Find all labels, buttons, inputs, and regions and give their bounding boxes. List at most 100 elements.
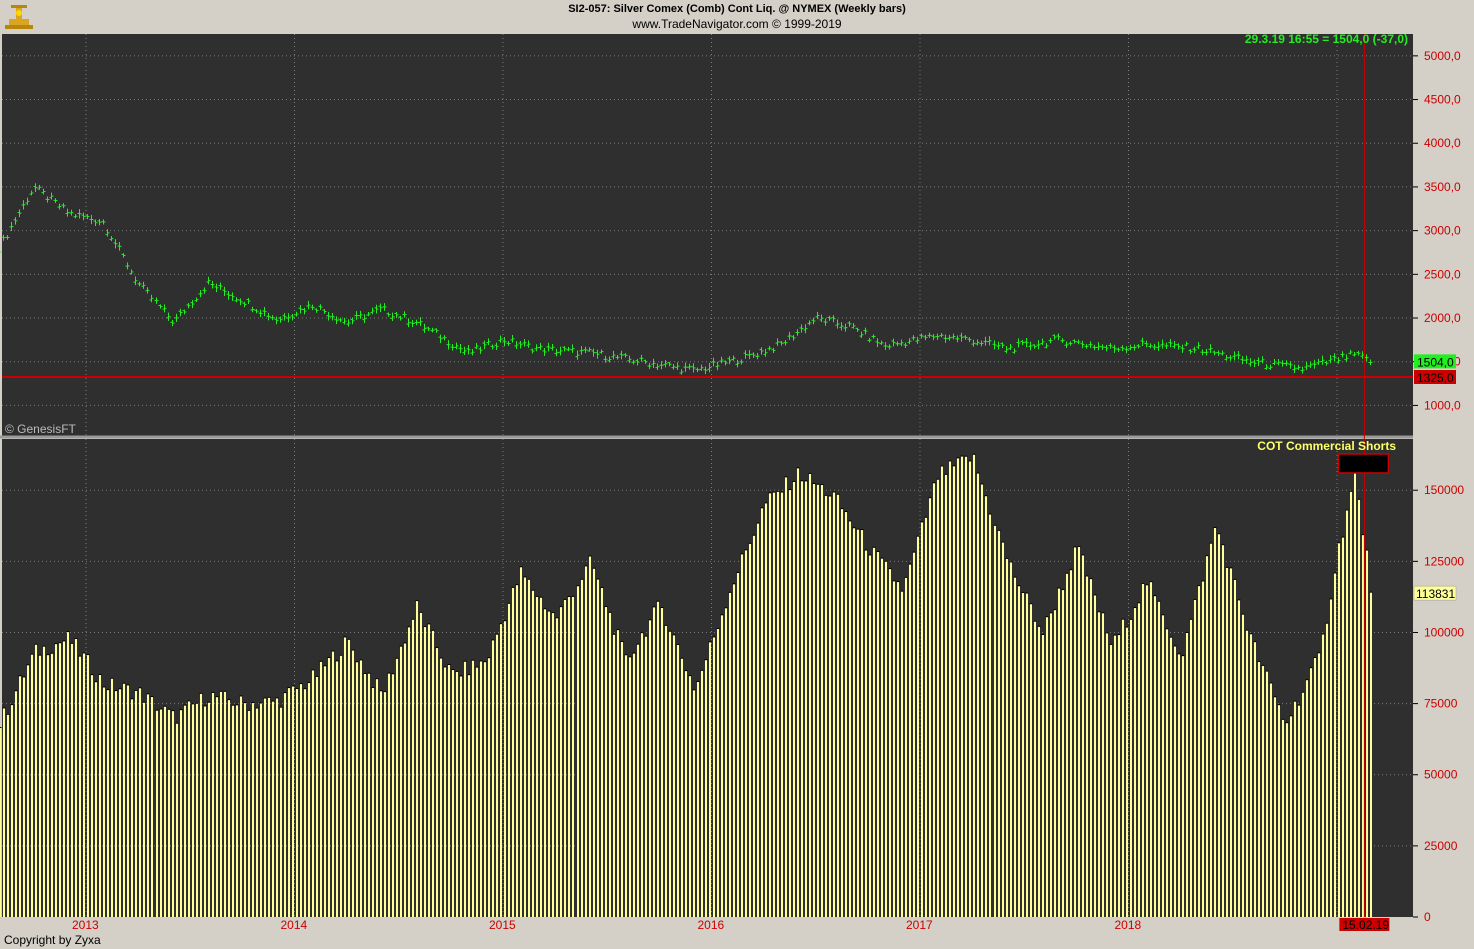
cot-bar <box>380 690 382 917</box>
cot-bar <box>264 698 266 917</box>
cot-bar <box>1026 593 1028 917</box>
cot-bar <box>556 617 558 917</box>
cot-bar <box>1286 722 1288 917</box>
cot-bar <box>1270 682 1272 917</box>
cot-bar <box>1354 472 1356 917</box>
copyright-footer: Copyright by Zyxa <box>4 933 101 947</box>
cot-bar <box>272 701 274 917</box>
cot-bar <box>172 710 174 917</box>
cot-bar <box>1078 546 1080 917</box>
cot-bar <box>941 465 943 917</box>
cot-bar <box>613 634 615 917</box>
cot-bar <box>961 456 963 917</box>
cot-bar <box>135 690 137 917</box>
cot-bar <box>544 608 546 917</box>
cot-bar <box>593 568 595 917</box>
cot-bar <box>1054 609 1056 917</box>
cot-bar <box>1210 543 1212 917</box>
cot-bar <box>480 660 482 917</box>
cot-bar <box>63 640 65 917</box>
price-tick-label: 3500,0 <box>1424 180 1461 194</box>
cot-bar <box>853 527 855 917</box>
cot-bar <box>1058 588 1060 917</box>
cot-tick-label: 25000 <box>1424 839 1458 853</box>
cot-bar <box>865 550 867 917</box>
cot-bar <box>753 535 755 917</box>
cot-bar <box>1134 607 1136 917</box>
cot-bar <box>1274 696 1276 917</box>
cot-bar <box>95 681 97 917</box>
cot-bar <box>1154 595 1156 917</box>
cot-bar <box>1230 567 1232 917</box>
cot-bar <box>1146 584 1148 917</box>
cot-bar <box>284 692 286 917</box>
cot-bar <box>79 656 81 917</box>
cot-bar <box>1314 657 1316 917</box>
cot-bar <box>1306 679 1308 917</box>
cot-bar <box>55 643 57 917</box>
cot-bar <box>777 491 779 917</box>
last-price-label: 1504,0 <box>1417 355 1454 369</box>
cot-bar <box>516 584 518 917</box>
cot-bar <box>1298 705 1300 917</box>
cot-bar <box>1182 655 1184 917</box>
cot-bar <box>709 641 711 917</box>
cot-bar <box>1138 602 1140 917</box>
cot-bar <box>532 590 534 917</box>
cot-bar <box>861 529 863 917</box>
cot-bar <box>801 480 803 917</box>
cot-bar <box>39 655 41 917</box>
cot-bar <box>585 565 587 917</box>
price-tick-label: 2000,0 <box>1424 311 1461 325</box>
cot-bar <box>472 660 474 917</box>
cot-bar <box>1186 632 1188 917</box>
cot-bar <box>769 492 771 917</box>
cot-bar <box>693 689 695 917</box>
cot-bar <box>845 511 847 917</box>
cot-bar <box>653 606 655 917</box>
cot-bar <box>232 705 234 917</box>
cot-bar <box>83 652 85 917</box>
year-label: 2014 <box>281 918 308 932</box>
cot-bar <box>577 585 579 917</box>
cot-bar <box>589 555 591 917</box>
cot-bar <box>1366 550 1368 917</box>
chart-window: SI2-057: Silver Comex (Comb) Cont Liq. @… <box>0 0 1474 949</box>
cot-bar <box>220 691 222 917</box>
cot-bar <box>605 606 607 917</box>
cot-bar <box>1094 594 1096 917</box>
cot-bar <box>196 703 198 917</box>
cot-bar <box>609 612 611 917</box>
cot-bar <box>103 687 105 917</box>
cot-bar <box>1238 599 1240 917</box>
price-tick-label: 4000,0 <box>1424 136 1461 150</box>
cot-bar <box>1006 558 1008 917</box>
chart-header: SI2-057: Silver Comex (Comb) Cont Liq. @… <box>0 0 1474 32</box>
cot-bar <box>1362 534 1364 917</box>
cot-bar <box>256 708 258 917</box>
watermark: © GenesisFT <box>5 422 77 436</box>
cot-bar <box>685 670 687 917</box>
cot-bar <box>1246 630 1248 917</box>
cot-bar <box>436 647 438 917</box>
cot-bar <box>1118 634 1120 917</box>
cot-bar <box>1254 641 1256 917</box>
cot-bar <box>1046 616 1048 917</box>
cot-bar <box>151 696 153 917</box>
year-label: 2013 <box>72 918 99 932</box>
cot-bar <box>1206 555 1208 917</box>
cot-bar <box>1022 592 1024 917</box>
year-label: 2018 <box>1115 918 1142 932</box>
cot-bar <box>396 658 398 917</box>
cot-bar <box>897 581 899 917</box>
cot-bar <box>19 675 21 917</box>
cot-bar <box>3 707 5 917</box>
cot-bar <box>1218 533 1220 917</box>
cot-bar <box>320 661 322 917</box>
cot-bar <box>127 684 129 917</box>
cot-bar <box>508 603 510 917</box>
cot-bar <box>949 460 951 917</box>
cot-bar <box>873 547 875 917</box>
cot-bar <box>484 661 486 917</box>
cot-bar <box>681 658 683 917</box>
